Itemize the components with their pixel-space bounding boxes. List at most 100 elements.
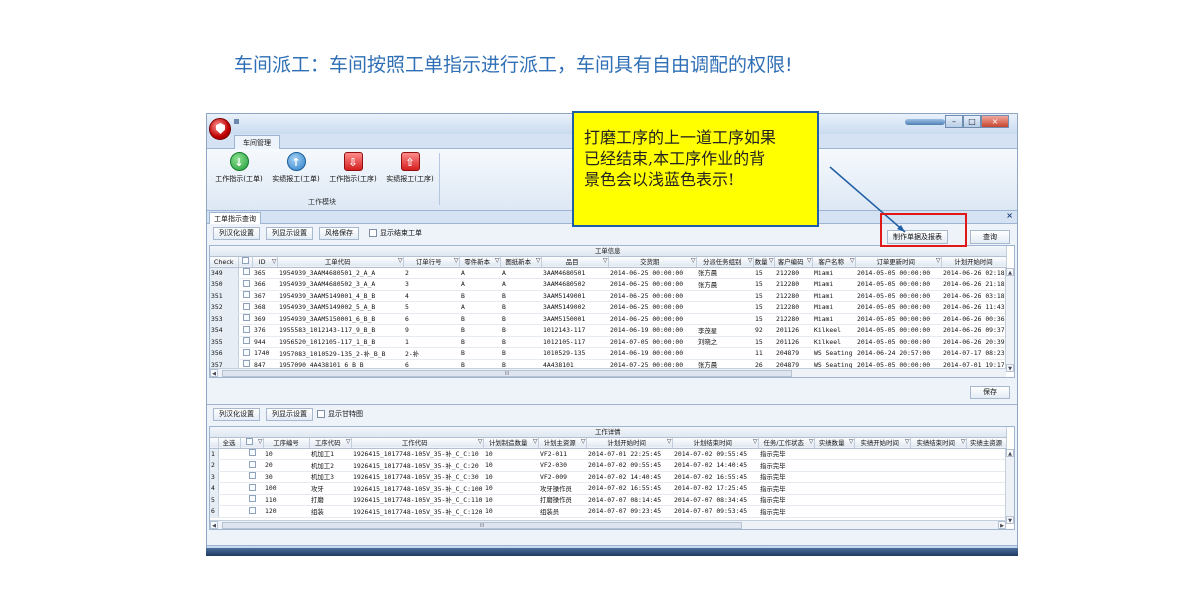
column-header[interactable]: 任务/工作状态 ▽ — [758, 437, 815, 449]
table-row[interactable]: 1 10 机加工1 1926415_1017748-105V_35-补_C_C:10 1… — [210, 448, 1007, 460]
column-localize-button[interactable]: 列汉化设置 — [213, 227, 260, 240]
select-all-header[interactable]: ▽ — [240, 437, 264, 449]
table-row[interactable]: 350 366 1954939_3AAM4680502_3_A_A 3 A A 3AAM46… — [210, 278, 1007, 291]
work-detail-vscroll[interactable]: ▲ ▼ — [1005, 449, 1014, 524]
column-header[interactable]: 订单更新时间 ▽ — [855, 256, 942, 268]
work-detail-hscroll[interactable]: ◀ III ▶ — [210, 520, 1006, 529]
column-header[interactable]: 订单行号 ▽ — [403, 256, 460, 268]
column-header[interactable]: 计划开始时间 — [941, 256, 1007, 268]
row-checkbox[interactable] — [240, 459, 263, 472]
row-checkbox[interactable] — [240, 494, 263, 506]
row-checkbox[interactable] — [238, 301, 252, 314]
column-header[interactable]: 图纸新本 ▽ — [500, 256, 542, 268]
show-gantt-checkbox[interactable]: 显示甘特图 — [317, 408, 363, 421]
scroll-up-arrow-icon[interactable]: ▲ — [1006, 268, 1014, 276]
save-button[interactable]: 保存 — [970, 386, 1010, 399]
column-header[interactable]: 实绩结束时间 ▽ — [910, 437, 967, 449]
cell-code: 1954939_3AAM5150001_6_B_B — [277, 313, 403, 325]
table-row[interactable]: 354 376 1955583_1012143-117_9_B_B 9 B B 101214… — [210, 324, 1007, 337]
column-header[interactable]: 客户名称 ▽ — [812, 256, 856, 268]
work-instruction-process-button[interactable]: ⇩ 工作指示(工序) — [325, 152, 381, 184]
row-checkbox[interactable] — [238, 290, 252, 302]
report-actual-process-button[interactable]: ⇧ 实绩报工(工序) — [382, 152, 438, 184]
column-header[interactable]: 工序代码 ▽ — [309, 437, 352, 449]
minimize-button[interactable]: – — [945, 115, 963, 128]
table-row[interactable]: 352 368 1954939_3AAM5149002_5_A_B 5 A B 3AAM51… — [210, 301, 1007, 314]
column-header[interactable]: 计划制造数量 ▽ — [483, 437, 539, 449]
app-logo-orb-icon[interactable] — [209, 118, 231, 140]
column-header[interactable]: 实绩主资源 — [966, 437, 1007, 449]
detail-column-localize-button[interactable]: 列汉化设置 — [213, 408, 260, 421]
table-row[interactable]: 351 367 1954939_3AAM5149001_4_B_B 4 B B 3AAM51… — [210, 290, 1007, 302]
work-instruction-order-button[interactable]: ↓ 工作指示(工单) — [211, 152, 267, 184]
scroll-thumb[interactable]: III — [222, 370, 792, 377]
cell-line: 3 — [403, 278, 459, 291]
table-row[interactable]: 2 20 机加工2 1926415_1017748-105V_35-补_C_C:20 1… — [210, 459, 1007, 472]
quick-access-icon[interactable] — [234, 119, 239, 124]
scroll-thumb[interactable]: III — [222, 522, 742, 529]
table-row[interactable]: 349 365 1954939_3AAM4680501_2_A_A 2 A A 3AAM46… — [210, 267, 1007, 279]
cell-start: 2014-07-07 08:14:45 — [586, 494, 672, 506]
table-row[interactable]: 5 110 打磨 1926415_1017748-105V_35-补_C_C:110 1… — [210, 494, 1007, 506]
filter-icon: ▽ — [666, 438, 672, 445]
column-header[interactable]: 分派任务组别 ▽ — [696, 256, 754, 268]
row-checkbox[interactable] — [240, 505, 263, 518]
scroll-down-arrow-icon[interactable]: ▼ — [1006, 364, 1014, 372]
style-save-button[interactable]: 风格保存 — [319, 227, 359, 240]
maximize-button[interactable]: □ — [963, 115, 981, 128]
cell-code: 1926415_1017748-105V_35-补_C_C:30 — [351, 471, 483, 483]
work-order-vscroll[interactable]: ▲ ▼ — [1005, 268, 1014, 372]
column-header[interactable]: 工序编号 — [263, 437, 310, 449]
row-checkbox[interactable] — [238, 278, 252, 291]
column-header[interactable]: 实绩数量 ▽ — [814, 437, 855, 449]
close-window-button[interactable]: × — [981, 115, 1009, 128]
column-header[interactable]: 实绩开始时间 ▽ — [854, 437, 911, 449]
table-row[interactable]: 356 1740 1957083_1010529-135_2-补_B_B 2-补 B B 1… — [210, 347, 1007, 360]
column-header[interactable]: Check — [210, 256, 239, 268]
column-header[interactable]: 计划主资源 ▽ — [538, 437, 587, 449]
column-header[interactable]: 计划开始时间 ▽ — [586, 437, 673, 449]
column-header[interactable]: 全选 — [218, 437, 241, 449]
table-row[interactable]: 355 944 1956520_1012105-117_1_B_B 1 B B 101210… — [210, 336, 1007, 348]
scroll-left-arrow-icon[interactable]: ◀ — [210, 369, 218, 377]
row-checkbox[interactable] — [238, 313, 252, 325]
show-finished-checkbox[interactable]: 显示结束工单 — [369, 227, 422, 240]
row-checkbox[interactable] — [240, 448, 263, 460]
table-row[interactable]: 4 100 攻牙 1926415_1017748-105V_35-补_C_C:100 1… — [210, 482, 1007, 495]
table-row[interactable]: 353 369 1954939_3AAM5150001_6_B_B 6 B B 3AAM51… — [210, 313, 1007, 325]
scroll-up-arrow-icon[interactable]: ▲ — [1006, 449, 1014, 457]
column-header[interactable]: 交货期 ▽ — [608, 256, 697, 268]
scroll-right-arrow-icon[interactable]: ▶ — [998, 521, 1006, 529]
column-header[interactable]: 计划结束时间 ▽ — [672, 437, 759, 449]
empty-cell — [814, 459, 854, 472]
close-tab-icon[interactable]: × — [1006, 211, 1013, 220]
checkbox-box[interactable] — [369, 229, 377, 237]
row-checkbox[interactable] — [238, 347, 252, 360]
query-button[interactable]: 查询 — [970, 230, 1010, 244]
row-checkbox[interactable] — [238, 336, 252, 348]
column-header[interactable]: 客户编码 ▽ — [774, 256, 813, 268]
column-header[interactable]: 零件新本 ▽ — [459, 256, 501, 268]
column-header[interactable]: ID ▽ — [252, 256, 278, 268]
row-checkbox[interactable] — [240, 482, 263, 495]
report-actual-order-button[interactable]: ↑ 实绩报工(工单) — [268, 152, 324, 184]
column-header[interactable]: 工单代码 ▽ — [277, 256, 404, 268]
row-checkbox[interactable] — [238, 324, 252, 337]
column-header[interactable]: 数量 ▽ — [753, 256, 775, 268]
table-row[interactable]: 3 30 机加工3 1926415_1017748-105V_35-补_C_C:30 1… — [210, 471, 1007, 483]
column-header[interactable]: 工作代码 ▽ — [351, 437, 484, 449]
column-display-button[interactable]: 列显示设置 — [266, 227, 313, 240]
checkbox-box[interactable] — [317, 410, 325, 418]
cell-seq: 10 — [263, 448, 309, 460]
tab-workshop-management[interactable]: 车间管理 — [234, 135, 280, 149]
column-header[interactable]: 品目 ▽ — [541, 256, 609, 268]
row-checkbox[interactable] — [240, 471, 263, 483]
table-row[interactable]: 6 120 组装 1926415_1017748-105V_35-补_C_C:120 1… — [210, 505, 1007, 518]
tab-work-order-query[interactable]: 工单指示查询 — [209, 212, 261, 224]
work-order-hscroll[interactable]: ◀ III — [210, 368, 1006, 377]
row-checkbox[interactable] — [238, 267, 252, 279]
scroll-left-arrow-icon[interactable]: ◀ — [210, 521, 218, 529]
scroll-down-arrow-icon[interactable]: ▼ — [1006, 516, 1014, 524]
detail-column-display-button[interactable]: 列显示设置 — [266, 408, 313, 421]
check-all-header[interactable] — [238, 256, 253, 268]
